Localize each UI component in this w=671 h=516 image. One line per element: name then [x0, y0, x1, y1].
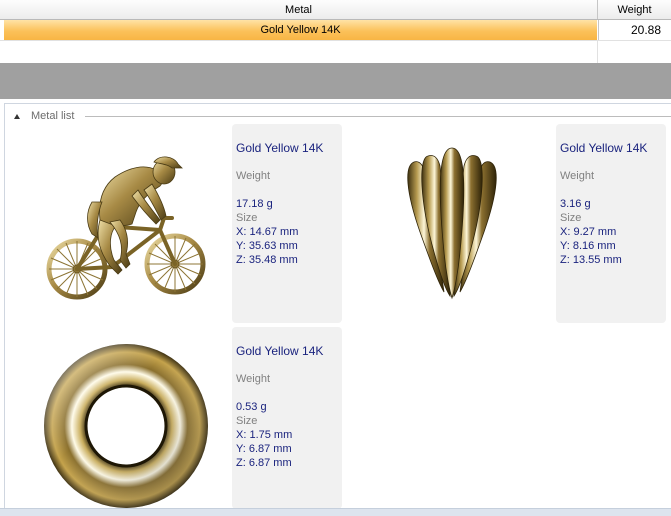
size-y: Y: 6.87 mm: [236, 443, 292, 455]
header-divider: [85, 116, 671, 117]
size-label: Size: [560, 212, 582, 224]
metal-info-card: Gold Yellow 14K Weight 0.53 g Size X: 1.…: [232, 327, 342, 509]
size-label: Size: [236, 415, 258, 427]
weight-value: 17.18 g: [236, 198, 273, 210]
grid-divider: [597, 41, 598, 63]
metal-list-panel: Metal list Gold Yellow 14K Weight 17.18 …: [4, 103, 671, 509]
item-metal-name: Gold Yellow 14K: [560, 141, 648, 155]
size-z: Z: 13.55 mm: [560, 254, 622, 266]
metal-list-title: Metal list: [31, 110, 75, 122]
weight-label: Weight: [236, 170, 271, 182]
size-z: Z: 6.87 mm: [236, 457, 292, 469]
metal-grid: Metal Weight Gold Yellow 14K 20.88: [0, 0, 671, 64]
splitter[interactable]: [0, 63, 671, 99]
torus-ring-icon[interactable]: [41, 342, 211, 509]
grid-empty-row: [0, 41, 671, 63]
weight-label: Weight: [560, 170, 595, 182]
size-y: Y: 8.16 mm: [560, 240, 616, 252]
collapse-arrow-icon[interactable]: [14, 114, 20, 119]
weight-value: 0.53 g: [236, 401, 267, 413]
grid-cell-metal[interactable]: Gold Yellow 14K: [4, 20, 597, 40]
item-metal-name: Gold Yellow 14K: [236, 141, 324, 155]
weight-value: 3.16 g: [560, 198, 591, 210]
column-header-weight[interactable]: Weight: [598, 0, 671, 19]
item-metal-name: Gold Yellow 14K: [236, 344, 324, 358]
size-x: X: 14.67 mm: [236, 226, 299, 238]
grid-cell-weight[interactable]: 20.88: [598, 20, 671, 40]
size-z: Z: 35.48 mm: [236, 254, 298, 266]
metal-info-card: Gold Yellow 14K Weight 3.16 g Size X: 9.…: [556, 124, 666, 323]
metal-info-card: Gold Yellow 14K Weight 17.18 g Size X: 1…: [232, 124, 342, 323]
metal-list-header[interactable]: Metal list: [5, 109, 671, 123]
grid-header: Metal Weight: [0, 0, 671, 20]
size-x: X: 1.75 mm: [236, 429, 293, 441]
fluted-pendant-icon[interactable]: [400, 142, 505, 300]
cyclist-figure-icon[interactable]: [40, 142, 212, 304]
grid-row[interactable]: Gold Yellow 14K 20.88: [0, 20, 671, 41]
weight-label: Weight: [236, 373, 271, 385]
size-x: X: 9.27 mm: [560, 226, 617, 238]
column-header-metal[interactable]: Metal: [0, 0, 598, 19]
size-label: Size: [236, 212, 258, 224]
size-y: Y: 35.63 mm: [236, 240, 298, 252]
